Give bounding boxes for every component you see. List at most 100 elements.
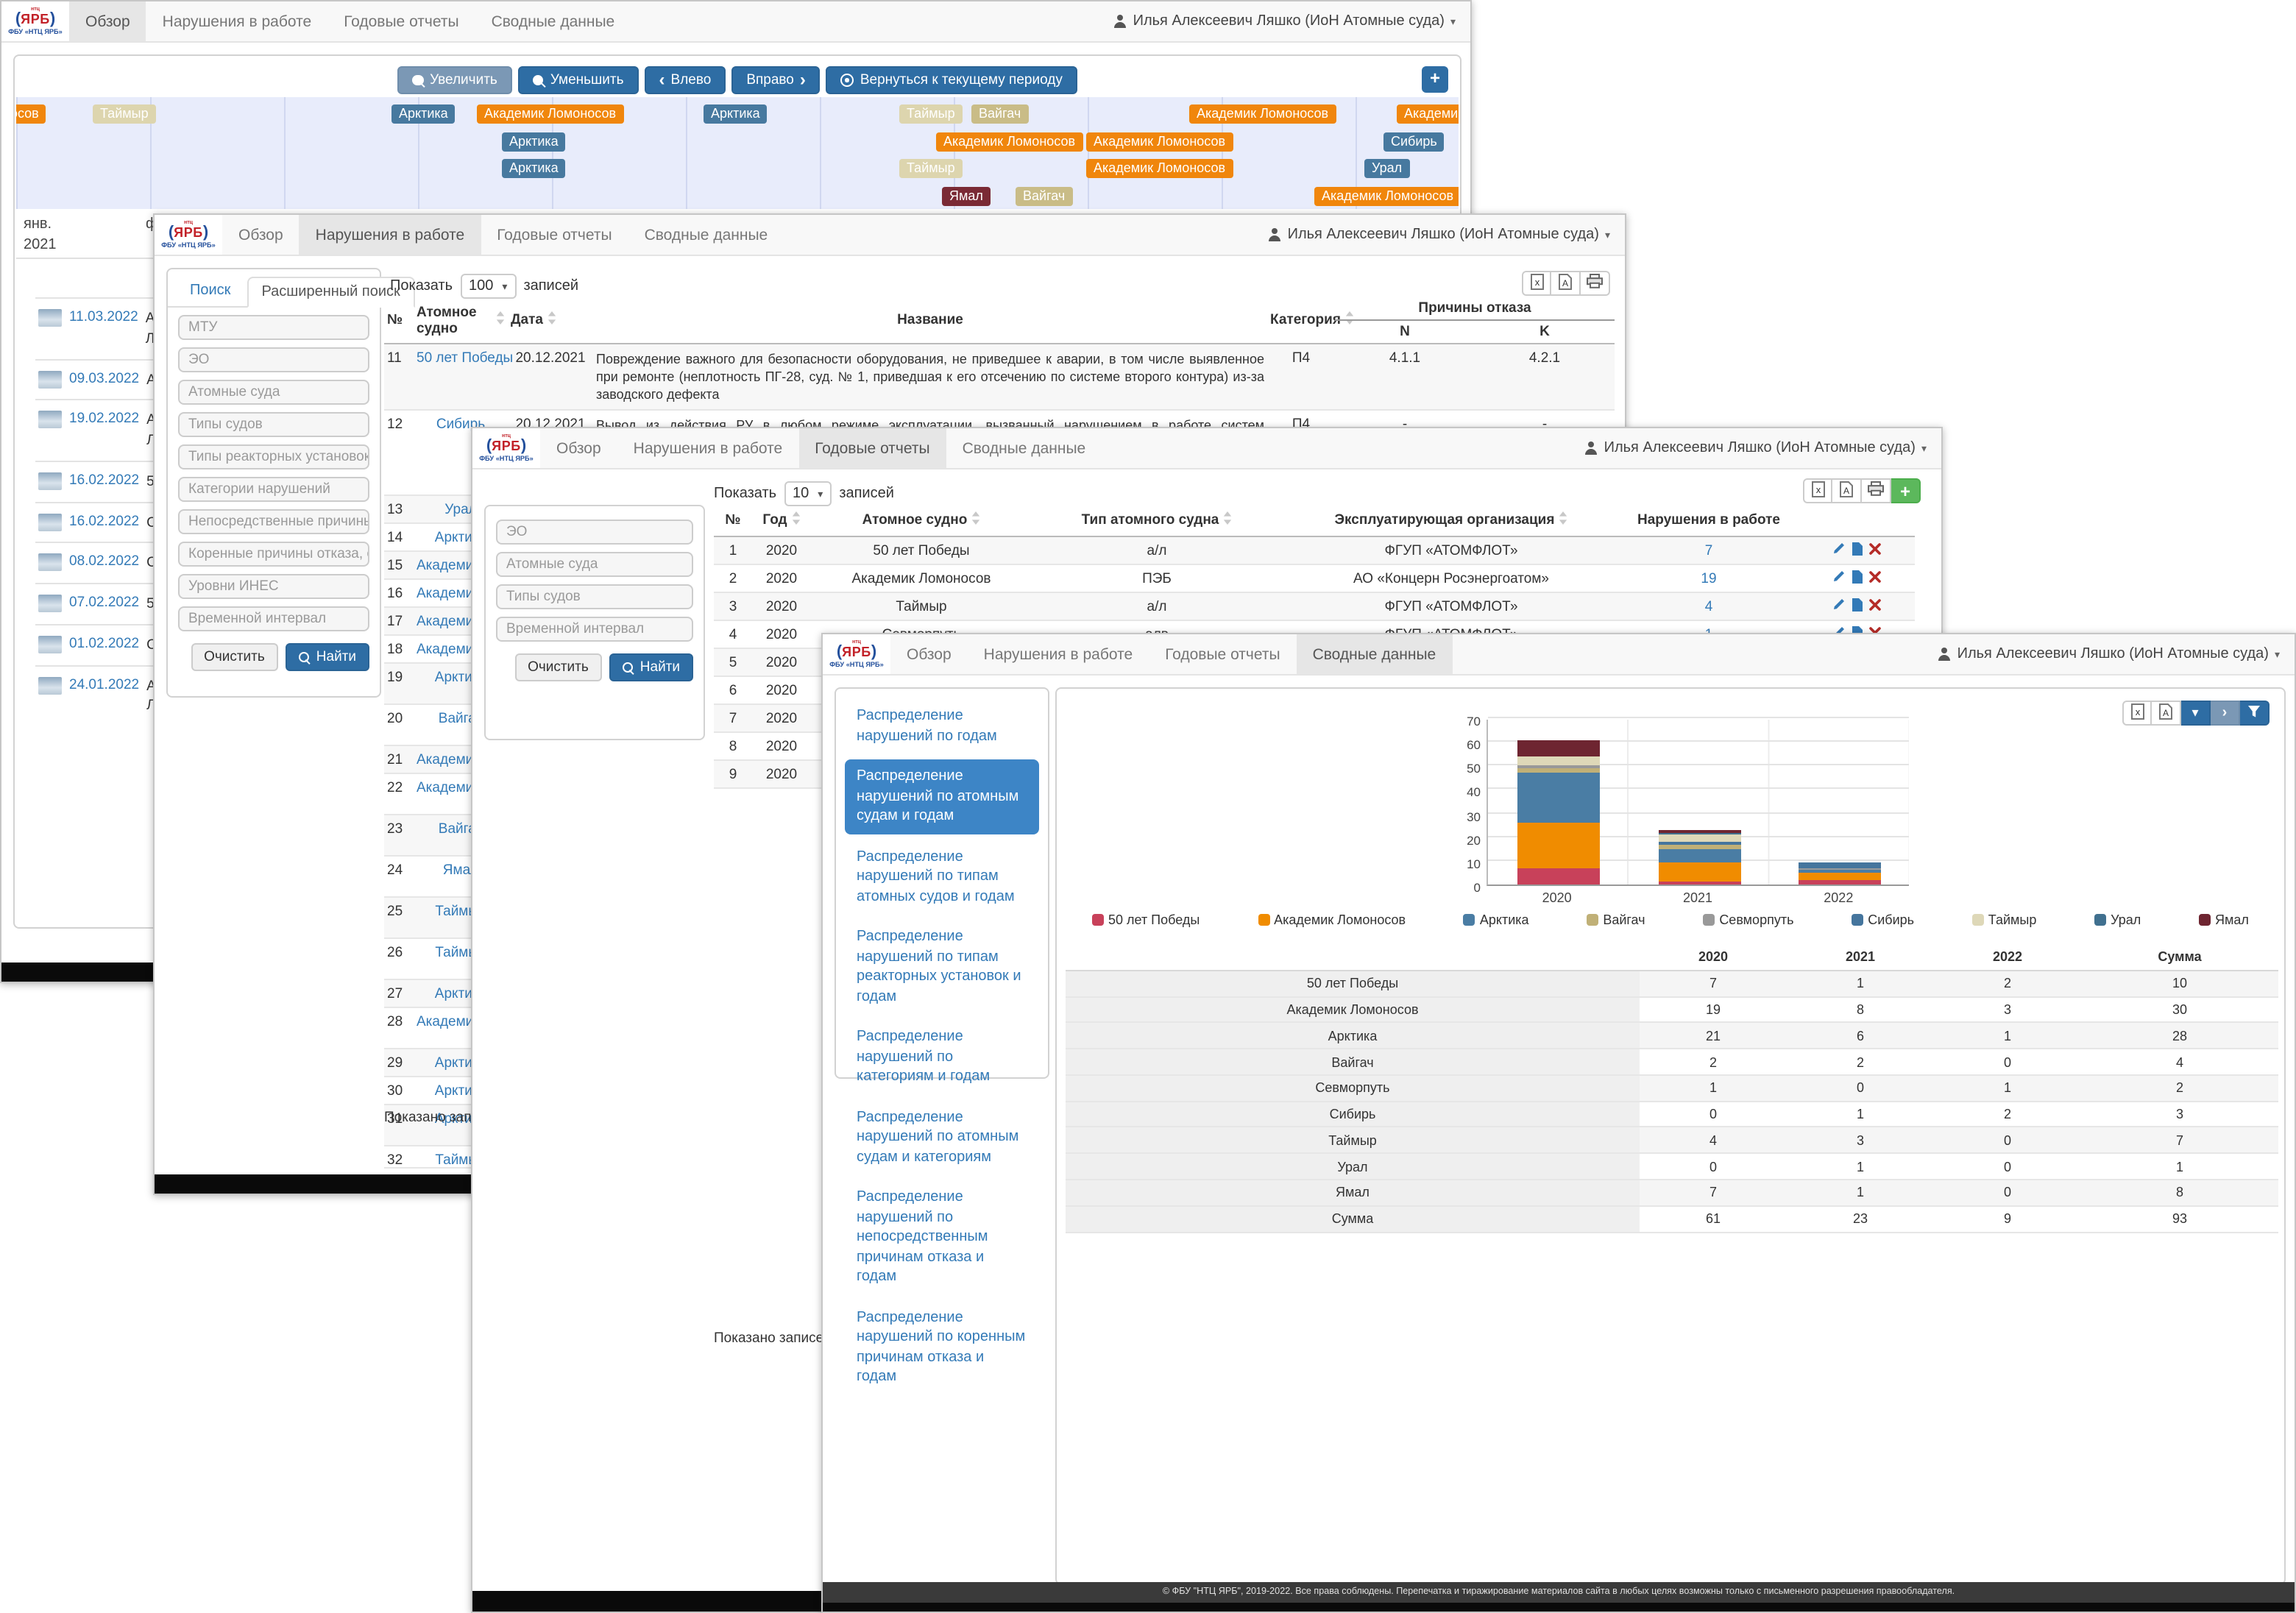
filter-select[interactable]: Типы реакторных установок <box>178 444 369 469</box>
edit-icon[interactable] <box>1832 598 1845 615</box>
timeline-event-chip[interactable]: Академик <box>1397 104 1459 124</box>
zoom-out-button[interactable]: Уменьшить <box>518 66 639 94</box>
timeline-event-chip[interactable]: Академик Ломоносов <box>1314 186 1459 205</box>
print-button[interactable] <box>1862 478 1891 503</box>
document-icon[interactable] <box>1851 541 1863 560</box>
filter-select[interactable]: Типы судов <box>496 584 693 609</box>
timeline-event-chip[interactable]: Арктика <box>704 104 768 124</box>
page-size-select[interactable]: 100▾ <box>460 274 516 299</box>
ship-link[interactable]: 50 лет Победы <box>417 350 513 366</box>
violations-count-link[interactable]: 4 <box>1705 598 1713 614</box>
nav-tab-1[interactable]: Обзор <box>540 428 617 468</box>
nav-tab-4[interactable]: Сводные данные <box>628 215 784 255</box>
timeline-event-chip[interactable]: Академик Ломоносов <box>1189 104 1336 124</box>
timeline-event-chip[interactable]: Вайгач <box>971 104 1028 124</box>
event-date-link[interactable]: 07.02.2022 <box>69 595 139 611</box>
sidebar-item-6[interactable]: Распределение нарушений по атомным судам… <box>845 1100 1039 1174</box>
col-title[interactable]: Название <box>593 297 1267 343</box>
timeline-event-chip[interactable]: Академик Ломоносов <box>1086 132 1233 151</box>
clear-button[interactable]: Очистить <box>514 653 602 681</box>
filter-select[interactable]: ЭО <box>178 347 369 372</box>
user-menu[interactable]: Илья Алексеевич Ляшко (ИоН Атомные суда)… <box>1269 215 1625 255</box>
export-pdf-button[interactable]: A <box>1551 271 1581 296</box>
timeline-event-chip[interactable]: Сибирь <box>1383 132 1445 151</box>
nav-tab-3[interactable]: Годовые отчеты <box>1149 634 1296 674</box>
edit-icon[interactable] <box>1832 570 1845 587</box>
filter-select[interactable]: Категории нарушений <box>178 477 369 502</box>
timeline-event-chip[interactable]: носов <box>16 104 46 124</box>
timeline-event-chip[interactable]: Арктика <box>502 132 566 151</box>
print-button[interactable] <box>1581 271 1610 296</box>
export-excel-button[interactable]: x <box>1522 271 1551 296</box>
delete-icon[interactable] <box>1868 570 1880 586</box>
nav-tab-1[interactable]: Обзор <box>69 1 146 41</box>
app-logo[interactable]: нтц (ЯРБ) ФБУ «НТЦ ЯРБ» <box>155 215 222 255</box>
sidebar-item-4[interactable]: Распределение нарушений по типам реактор… <box>845 920 1039 1014</box>
col-category[interactable]: Категория <box>1267 297 1335 343</box>
find-button[interactable]: Найти <box>286 643 369 671</box>
timeline-event-chip[interactable]: Вайгач <box>1016 186 1072 205</box>
export-excel-button[interactable]: x <box>2122 701 2152 726</box>
tab-search[interactable]: Поиск <box>177 277 244 306</box>
app-logo[interactable]: нтц (ЯРБ) ФБУ «НТЦ ЯРБ» <box>472 428 540 468</box>
filter-select[interactable]: Атомные суда <box>178 380 369 405</box>
next-button[interactable]: › <box>2211 701 2240 726</box>
filter-select[interactable]: Временной интервал <box>178 606 369 631</box>
timeline-event-chip[interactable]: Академик Ломоносов <box>936 132 1083 151</box>
timeline-event-chip[interactable]: Академик Ломоносов <box>477 104 623 124</box>
nav-tab-4[interactable]: Сводные данные <box>946 428 1102 468</box>
timeline-event-chip[interactable]: Урал <box>1364 159 1409 178</box>
filter-select[interactable]: ЭО <box>496 520 693 545</box>
event-date-link[interactable]: 01.02.2022 <box>69 636 139 652</box>
nav-tab-2[interactable]: Нарушения в работе <box>300 215 481 255</box>
user-menu[interactable]: Илья Алексеевич Ляшко (ИоН Атомные суда)… <box>1938 634 2295 674</box>
nav-tab-1[interactable]: Обзор <box>890 634 968 674</box>
header-cell[interactable]: Год <box>752 505 811 536</box>
sidebar-item-5[interactable]: Распределение нарушений по категориям и … <box>845 1020 1039 1094</box>
timeline-event-chip[interactable]: Арктика <box>502 159 566 178</box>
add-report-button[interactable]: + <box>1891 478 1921 503</box>
col-ship[interactable]: Атомное судно <box>414 297 508 343</box>
event-date-link[interactable]: 08.02.2022 <box>69 554 139 570</box>
nav-tab-3[interactable]: Годовые отчеты <box>798 428 946 468</box>
export-excel-button[interactable]: x <box>1803 478 1832 503</box>
filter-select[interactable]: Атомные суда <box>496 552 693 577</box>
filter-button[interactable] <box>2240 701 2270 726</box>
header-cell[interactable]: Тип атомного судна <box>1032 505 1282 536</box>
app-logo[interactable]: нтц (ЯРБ) ФБУ «НТЦ ЯРБ» <box>823 634 890 674</box>
zoom-in-button[interactable]: Увеличить <box>397 66 512 94</box>
document-icon[interactable] <box>1851 597 1863 616</box>
user-menu[interactable]: Илья Алексеевич Ляшко (ИоН Атомные суда)… <box>1585 428 1941 468</box>
event-date-link[interactable]: 11.03.2022 <box>69 309 138 325</box>
nav-tab-4[interactable]: Сводные данные <box>1297 634 1453 674</box>
violations-count-link[interactable]: 7 <box>1705 542 1713 559</box>
page-size-select[interactable]: 10▾ <box>784 481 832 506</box>
nav-tab-2[interactable]: Нарушения в работе <box>968 634 1149 674</box>
timeline-event-chip[interactable]: Академик Ломоносов <box>1086 159 1233 178</box>
timeline-event-chip[interactable]: Ямал <box>942 186 991 205</box>
scroll-right-button[interactable]: Вправо› <box>731 66 821 94</box>
sidebar-item-3[interactable]: Распределение нарушений по типам атомных… <box>845 840 1039 914</box>
find-button[interactable]: Найти <box>609 653 693 681</box>
scroll-left-button[interactable]: ‹Влево <box>645 66 726 94</box>
event-date-link[interactable]: 16.02.2022 <box>69 472 139 489</box>
col-date[interactable]: Дата <box>508 297 593 343</box>
sidebar-item-7[interactable]: Распределение нарушений по непосредствен… <box>845 1180 1039 1294</box>
filter-select[interactable]: МТУ <box>178 315 369 340</box>
timeline-event-chip[interactable]: Арктика <box>391 104 456 124</box>
timeline-event-chip[interactable]: Таймыр <box>93 104 156 124</box>
filter-select[interactable]: Непосредственные причины отказа, с <box>178 509 369 534</box>
nav-tab-3[interactable]: Годовые отчеты <box>327 1 475 41</box>
header-cell[interactable]: Эксплуатирующая организация <box>1282 505 1620 536</box>
event-date-link[interactable]: 24.01.2022 <box>69 676 139 692</box>
user-menu[interactable]: Илья Алексеевич Ляшко (ИоН Атомные суда)… <box>1114 1 1470 41</box>
event-date-link[interactable]: 19.02.2022 <box>69 411 139 428</box>
return-current-period-button[interactable]: Вернуться к текущему периоду <box>826 66 1077 94</box>
filter-select[interactable]: Типы судов <box>178 412 369 437</box>
sidebar-item-1[interactable]: Распределение нарушений по годам <box>845 699 1039 754</box>
app-logo[interactable]: нтц (ЯРБ) ФБУ «НТЦ ЯРБ» <box>1 1 69 41</box>
edit-icon[interactable] <box>1832 542 1845 559</box>
event-date-link[interactable]: 09.03.2022 <box>69 370 139 386</box>
nav-tab-2[interactable]: Нарушения в работе <box>146 1 328 41</box>
delete-icon[interactable] <box>1868 542 1880 559</box>
